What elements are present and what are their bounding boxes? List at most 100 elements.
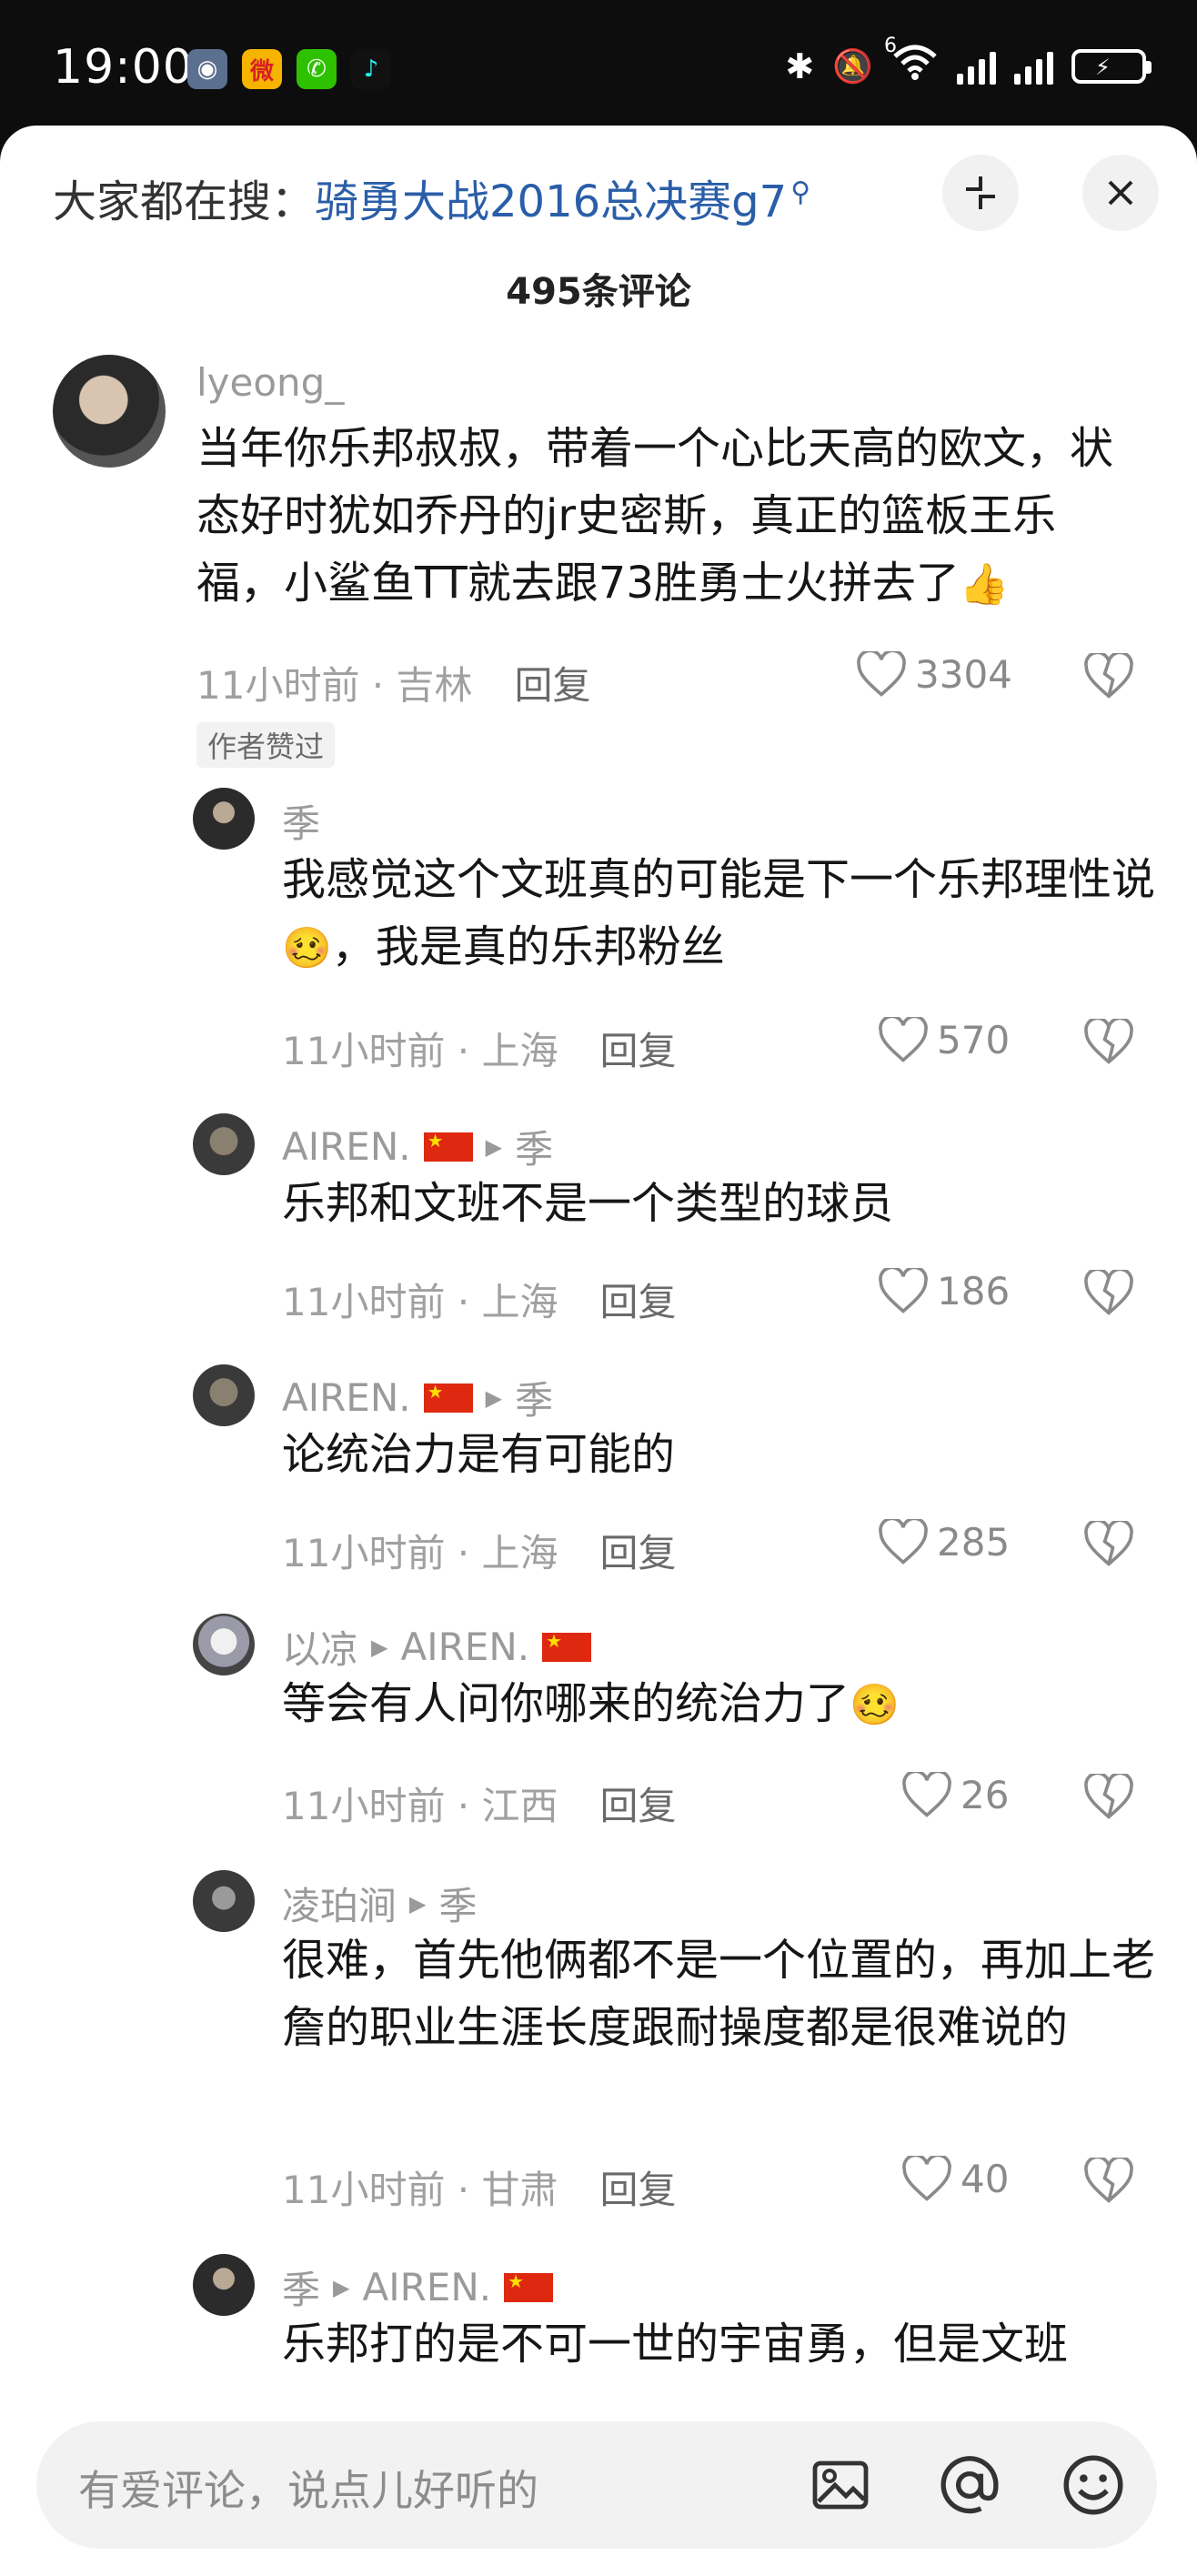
network-type-label: 6: [884, 35, 897, 57]
china-flag-icon: [504, 2270, 554, 2302]
reply-button[interactable]: 回复: [600, 1280, 677, 1324]
comment-input-bar[interactable]: 有爱评论，说点儿好听的: [36, 2421, 1157, 2549]
like-button[interactable]: 186: [879, 1268, 1010, 1313]
like-count: 570: [937, 1017, 1011, 1062]
like-button[interactable]: 26: [902, 1772, 1009, 1817]
comment-author[interactable]: 以凉 ▶ AIREN.: [282, 1619, 592, 1675]
comment-sheet: 大家都在搜：骑勇大战2016总决赛g7 ⚲ 495条评论 lyeong_ 当年你乐…: [0, 126, 1197, 2576]
author-liked-badge: 作者赞过: [196, 722, 336, 768]
notification-icons: ◉ 微 ✆ ♪: [187, 49, 391, 89]
reply-button[interactable]: 回复: [600, 1029, 677, 1073]
comment-author[interactable]: lyeong_: [196, 360, 344, 405]
avatar[interactable]: [53, 355, 166, 468]
image-button[interactable]: [802, 2447, 879, 2523]
reply-button[interactable]: 回复: [600, 1784, 677, 1828]
comment-meta: 11小时前 · 吉林 回复: [196, 663, 591, 708]
avatar[interactable]: [193, 1870, 255, 1932]
broken-heart-icon[interactable]: [1084, 1019, 1133, 1064]
reply-button[interactable]: 回复: [515, 663, 591, 708]
broken-heart-icon[interactable]: [1084, 2158, 1133, 2203]
comment-input[interactable]: 有爱评论，说点儿好听的: [78, 2458, 538, 2518]
signal-icon: [957, 48, 996, 85]
emoji-button[interactable]: [1055, 2447, 1132, 2523]
avatar[interactable]: [193, 2254, 255, 2316]
system-icons: ✱ 🔕 6 ⚡: [785, 35, 1152, 88]
mute-bell-icon: 🔕: [832, 47, 873, 86]
thumbs-up-emoji: 👍: [959, 561, 1010, 608]
avatar[interactable]: [193, 1364, 255, 1426]
comment-text: 乐邦和文班不是一个类型的球员: [282, 1178, 894, 1229]
comment-author[interactable]: AIREN.▶季: [282, 1119, 553, 1174]
app-notification-icon: ◉: [187, 49, 227, 89]
comment-author[interactable]: 季 ▶ AIREN.: [282, 2259, 554, 2315]
broken-heart-icon[interactable]: [1084, 653, 1133, 699]
like-button[interactable]: 570: [879, 1017, 1010, 1062]
like-button[interactable]: 285: [879, 1519, 1010, 1565]
close-button[interactable]: [1082, 155, 1159, 231]
comment-text: 当年你乐邦叔叔，带着一个心比天高的欧文，状态好时犹如乔丹的jr史密斯，真正的篮板…: [196, 423, 1114, 609]
comment-meta: 11小时前 · 江西 回复: [282, 1784, 677, 1828]
search-prefix: 大家都在搜：: [53, 176, 316, 227]
comment-text: 很难，首先他俩都不是一个位置的，再加上老詹的职业生涯长度跟耐操度都是很难说的: [282, 1935, 1156, 2053]
heart-icon: [879, 1017, 928, 1062]
status-bar: 19:00 ◉ 微 ✆ ♪ ✱ 🔕 6 ⚡: [0, 0, 1197, 127]
status-time: 19:00: [53, 40, 194, 95]
china-flag-icon: [423, 1381, 473, 1413]
reply-arrow-icon: ▶: [485, 1384, 503, 1411]
comment-text: 等会有人问你哪来的统治力了🥴: [282, 1678, 900, 1729]
heart-icon: [902, 2156, 951, 2201]
comment-author[interactable]: AIREN.▶季: [282, 1370, 553, 1425]
comment-meta: 11小时前 · 上海 回复: [282, 1280, 677, 1324]
like-count: 186: [937, 1268, 1011, 1313]
reply-button[interactable]: 回复: [600, 2168, 677, 2212]
reply-arrow-icon: ▶: [333, 2274, 350, 2300]
comment-meta: 11小时前 · 上海 回复: [282, 1029, 677, 1073]
avatar[interactable]: [193, 1614, 255, 1675]
avatar[interactable]: [193, 1113, 255, 1175]
avatar[interactable]: [193, 788, 255, 850]
search-icon: ⚲: [790, 176, 811, 208]
broken-heart-icon[interactable]: [1084, 1270, 1133, 1315]
wifi-icon: 6: [884, 35, 939, 88]
smiley-icon: [1063, 2455, 1123, 2515]
like-count: 40: [961, 2156, 1010, 2201]
reply-button[interactable]: 回复: [600, 1531, 677, 1575]
mention-button[interactable]: [931, 2447, 1008, 2523]
reply-arrow-icon: ▶: [371, 1634, 388, 1660]
broken-heart-icon[interactable]: [1084, 1774, 1133, 1819]
comment-author[interactable]: 季: [282, 793, 320, 849]
like-count: 26: [961, 1772, 1010, 1817]
wechat-icon: ✆: [297, 49, 337, 89]
heart-icon: [857, 651, 906, 697]
china-flag-icon: [423, 1130, 473, 1162]
collapse-button[interactable]: [942, 155, 1019, 231]
comment-text: 论统治力是有可能的: [282, 1429, 676, 1480]
like-count: 285: [937, 1519, 1011, 1565]
comment-author[interactable]: 凌珀涧 ▶ 季: [282, 1876, 478, 1931]
reply-arrow-icon: ▶: [485, 1133, 503, 1160]
close-icon: [1108, 180, 1133, 206]
like-button[interactable]: 40: [902, 2156, 1009, 2201]
weibo-icon: 微: [242, 49, 282, 89]
heart-icon: [879, 1519, 928, 1565]
charging-icon: ⚡: [1095, 54, 1111, 80]
like-button[interactable]: 3304: [857, 651, 1012, 697]
reply-arrow-icon: ▶: [409, 1890, 427, 1917]
comment-meta: 11小时前 · 上海 回复: [282, 1531, 677, 1575]
search-suggestion[interactable]: 大家都在搜：骑勇大战2016总决赛g7 ⚲: [53, 166, 810, 229]
comment-text: 我感觉这个文班真的可能是下一个乐邦理性说🥴，我是真的乐邦粉丝: [282, 854, 1156, 972]
at-icon: [940, 2456, 999, 2514]
battery-icon: ⚡: [1071, 48, 1152, 84]
signal-icon-2: [1014, 48, 1053, 85]
bluetooth-icon: ✱: [785, 45, 815, 86]
comment-meta: 11小时前 · 甘肃 回复: [282, 2168, 677, 2212]
heart-icon: [902, 1772, 951, 1817]
collapse-icon: [966, 176, 995, 209]
image-icon: [812, 2460, 869, 2510]
broken-heart-icon[interactable]: [1084, 1521, 1133, 1566]
woozy-emoji: 🥴: [850, 1682, 900, 1728]
comment-count: 495条评论: [506, 271, 691, 313]
like-count: 3304: [915, 651, 1012, 697]
search-term-link[interactable]: 骑勇大战2016总决赛g7: [315, 176, 787, 227]
tiktok-icon: ♪: [351, 49, 391, 89]
